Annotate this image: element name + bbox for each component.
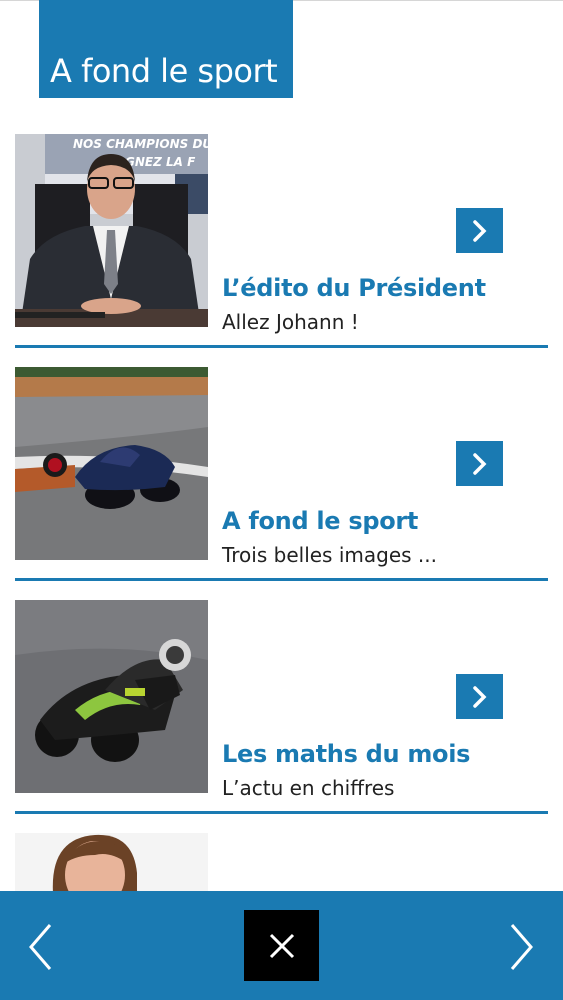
section-title: A fond le sport bbox=[50, 52, 278, 90]
chevron-right-icon bbox=[472, 219, 486, 242]
article-subtitle: L’actu en chiffres bbox=[222, 776, 395, 800]
article-divider bbox=[15, 578, 548, 581]
next-page-button[interactable] bbox=[502, 919, 542, 975]
chevron-left-icon bbox=[29, 924, 52, 970]
article-card-sport[interactable]: A fond le sport Trois belles images ... bbox=[15, 367, 548, 582]
article-subtitle: Trois belles images ... bbox=[222, 543, 437, 567]
article-subtitle: Allez Johann ! bbox=[222, 310, 359, 334]
bottom-navigation-bar bbox=[0, 891, 563, 1000]
banner-text: NOS CHAMPIONS DU bbox=[73, 137, 208, 151]
chevron-right-icon bbox=[472, 452, 486, 475]
article-divider bbox=[15, 811, 548, 814]
article-card-edito[interactable]: NOS CHAMPIONS DU GNEZ LA F L’édito du Pr… bbox=[15, 134, 548, 349]
section-header: A fond le sport bbox=[39, 0, 293, 98]
chevron-right-icon bbox=[472, 685, 486, 708]
motorcycle-photo bbox=[15, 367, 208, 560]
banner-text-2: GNEZ LA F bbox=[125, 155, 196, 169]
article-divider bbox=[15, 345, 548, 348]
previous-page-button[interactable] bbox=[20, 919, 60, 975]
article-title[interactable]: A fond le sport bbox=[222, 507, 418, 535]
article-card-maths[interactable]: Les maths du mois L’actu en chiffres bbox=[15, 600, 548, 815]
motogp-photo bbox=[15, 600, 208, 793]
open-article-button[interactable] bbox=[456, 441, 503, 486]
open-article-button[interactable] bbox=[456, 208, 503, 253]
close-button[interactable] bbox=[244, 910, 319, 981]
president-photo: NOS CHAMPIONS DU GNEZ LA F bbox=[15, 134, 208, 327]
article-title[interactable]: L’édito du Président bbox=[222, 274, 486, 302]
close-icon bbox=[269, 933, 294, 958]
article-title[interactable]: Les maths du mois bbox=[222, 740, 470, 768]
next-article-photo bbox=[15, 833, 208, 893]
chevron-right-icon bbox=[510, 924, 533, 970]
magazine-page: A fond le sport NOS CHAMPIONS DU GNEZ LA… bbox=[0, 0, 563, 1000]
open-article-button[interactable] bbox=[456, 674, 503, 719]
